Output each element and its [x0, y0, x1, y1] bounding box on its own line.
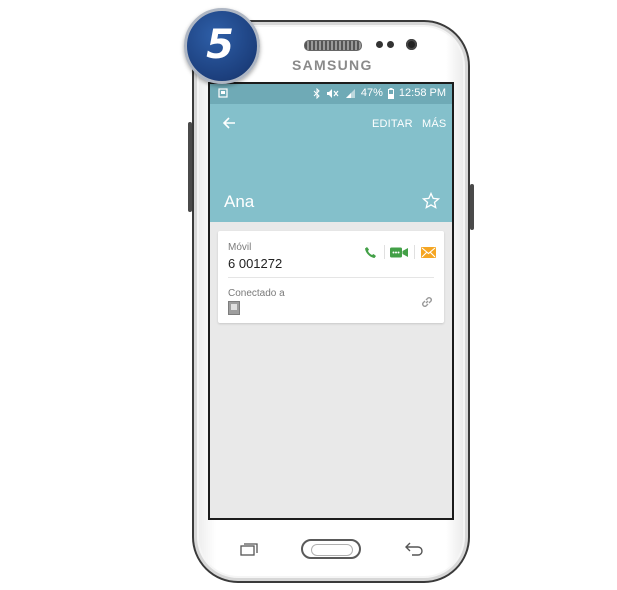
- power-button: [470, 184, 474, 230]
- call-icon[interactable]: [364, 246, 377, 259]
- phone-screen: 47% 12:58 PM EDITAR MÁS Ana Móvil 6 0012…: [208, 82, 454, 520]
- status-time: 12:58 PM: [398, 87, 446, 99]
- recent-apps-icon[interactable]: [240, 542, 258, 556]
- battery-percent: 47%: [360, 87, 383, 99]
- message-icon[interactable]: [421, 247, 436, 258]
- brand-logo: SAMSUNG: [292, 57, 373, 73]
- card-divider: [228, 277, 434, 278]
- contact-name: Ana: [224, 192, 255, 211]
- contact-info-card: Móvil 6 001272 Conectado a: [218, 231, 444, 323]
- proximity-sensor: [376, 41, 383, 48]
- front-camera: [406, 39, 417, 50]
- back-key-icon[interactable]: [404, 540, 424, 556]
- bluetooth-icon: [313, 87, 320, 99]
- home-button[interactable]: [301, 539, 361, 559]
- phone-number[interactable]: 6 001272: [228, 256, 282, 271]
- phone-type-label: Móvil: [228, 242, 252, 253]
- volume-button: [188, 122, 192, 212]
- signal-icon: [345, 88, 355, 98]
- step-number: 5: [206, 22, 234, 68]
- status-bar: 47% 12:58 PM: [210, 84, 452, 104]
- action-divider: [414, 245, 415, 259]
- edit-button[interactable]: EDITAR: [372, 118, 413, 130]
- connected-label: Conectado a: [228, 288, 285, 299]
- more-button[interactable]: MÁS: [422, 118, 446, 130]
- link-icon[interactable]: [420, 295, 434, 309]
- action-divider: [384, 245, 385, 259]
- step-number-badge: 5: [184, 8, 260, 84]
- favorite-star-icon[interactable]: [422, 192, 440, 210]
- back-arrow-icon[interactable]: [222, 116, 236, 130]
- connected-device-icon[interactable]: [228, 301, 240, 315]
- battery-icon: [387, 87, 394, 99]
- contact-header: EDITAR MÁS Ana: [210, 104, 452, 222]
- earpiece-speaker: [304, 40, 362, 51]
- mute-icon: [326, 88, 339, 98]
- contact-details: Móvil 6 001272 Conectado a: [210, 222, 452, 518]
- video-call-icon[interactable]: [390, 247, 408, 258]
- light-sensor: [387, 41, 394, 48]
- screenshot-icon: [218, 88, 228, 98]
